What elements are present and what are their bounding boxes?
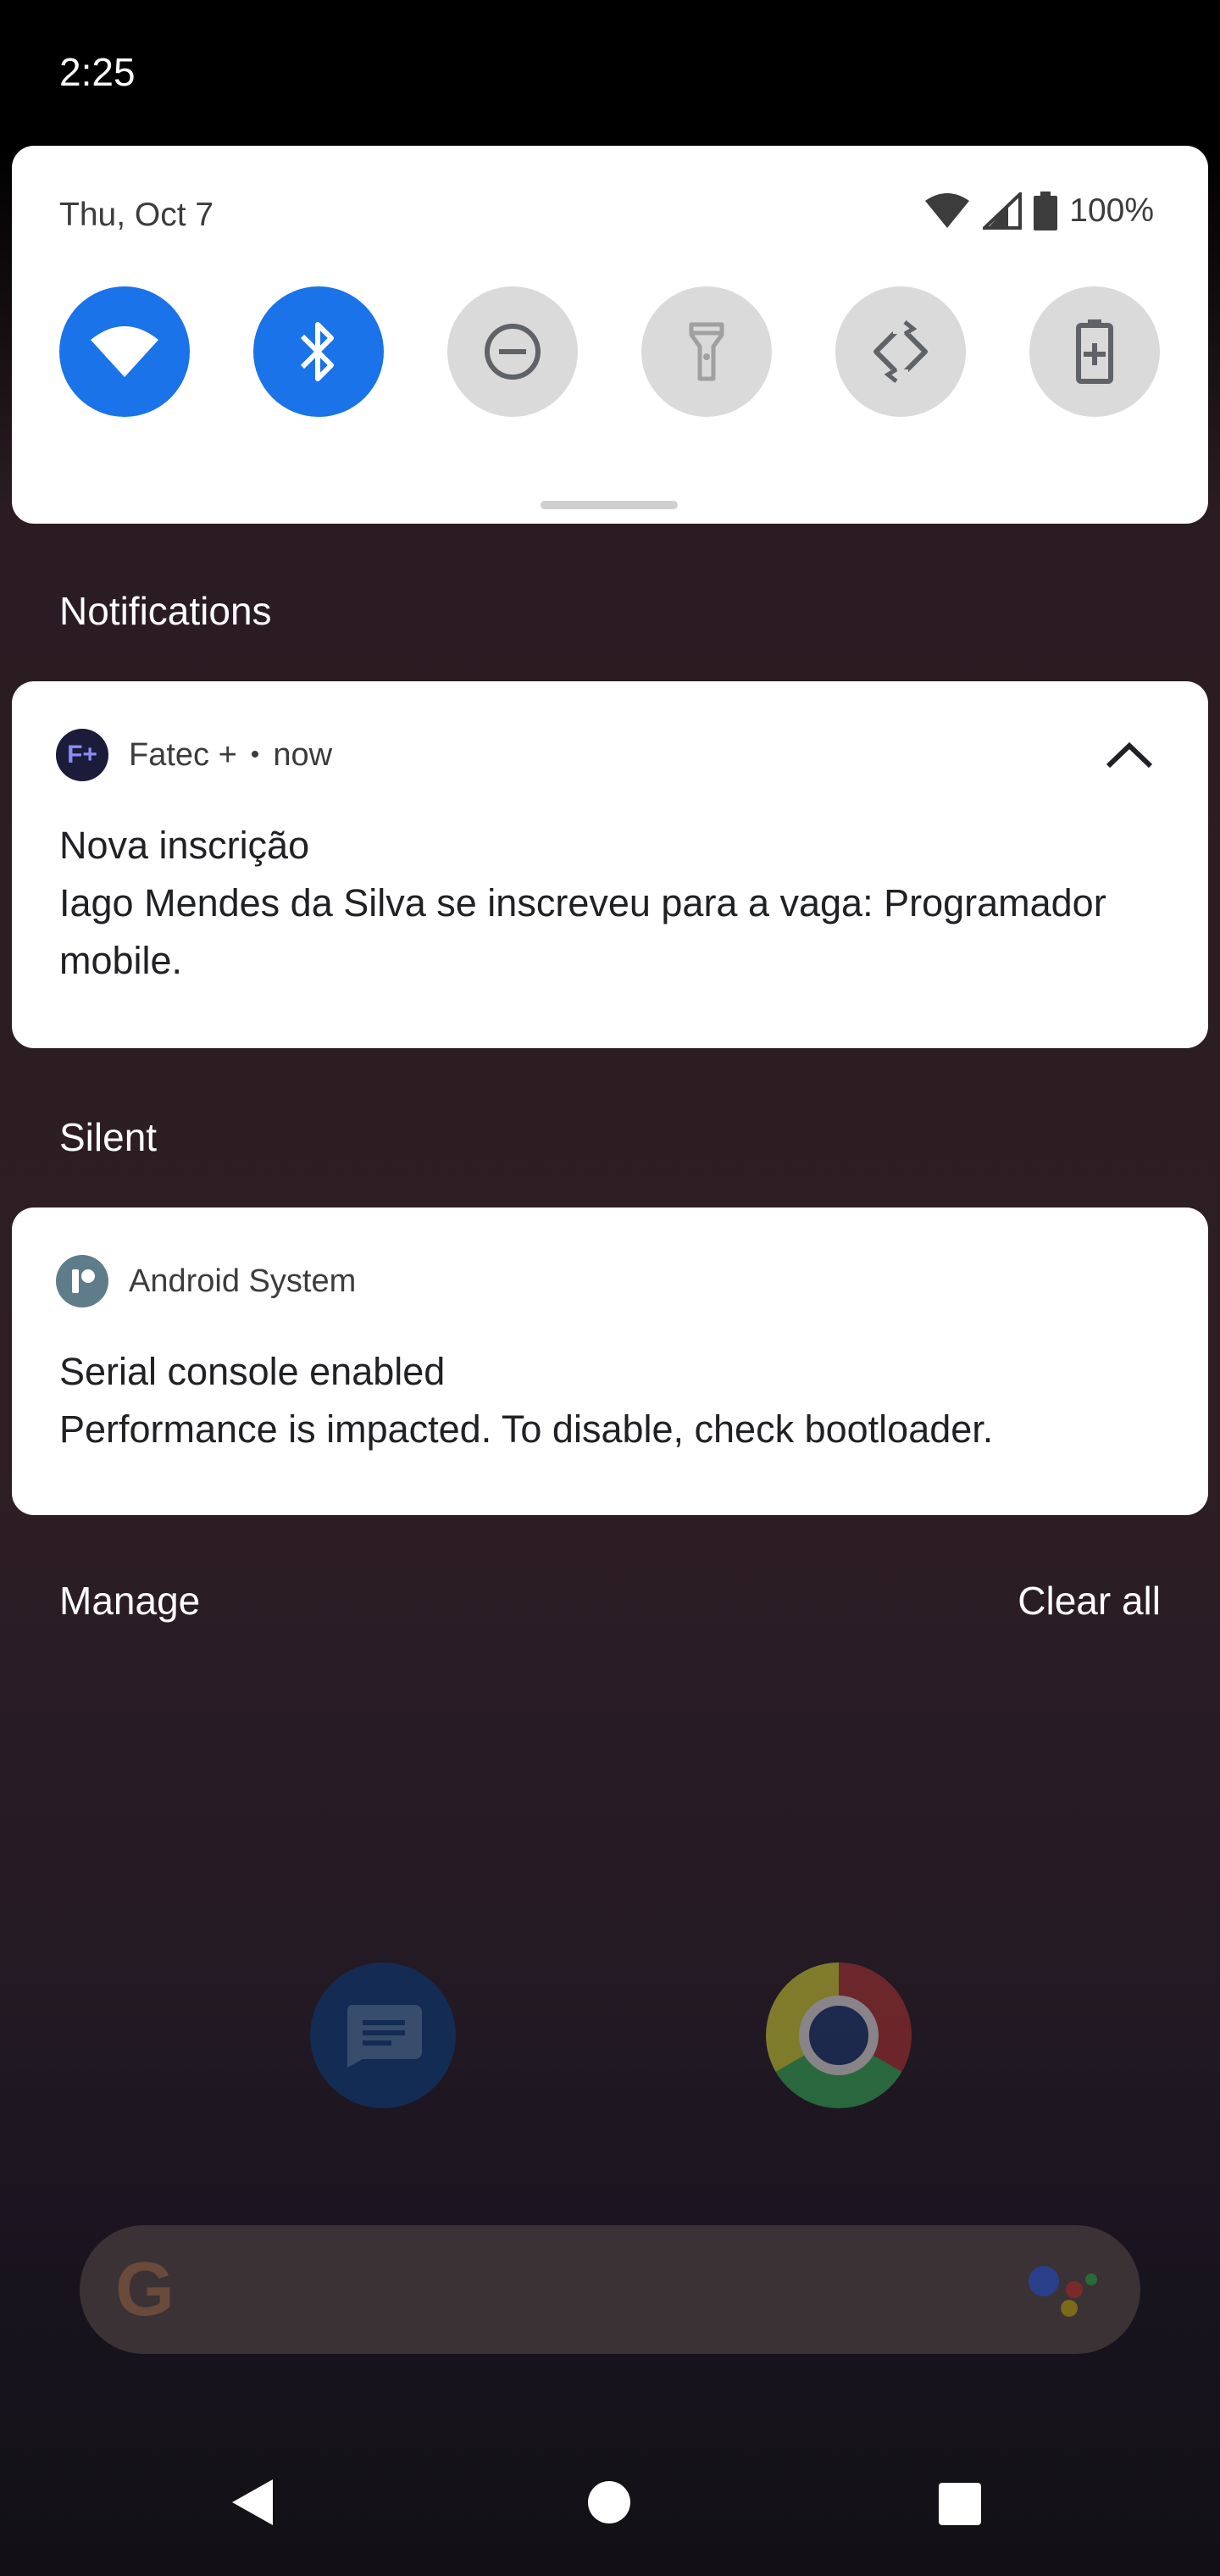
back-button-icon[interactable] (229, 2476, 276, 2529)
fatec-app-icon: F+ (56, 729, 108, 781)
bluetooth-tile[interactable] (253, 286, 384, 417)
android-system-app-icon (56, 1255, 108, 1307)
wifi-tile[interactable] (59, 286, 190, 417)
clear-all-button[interactable]: Clear all (1018, 1578, 1161, 1624)
fatec-notification-card[interactable]: F+ Fatec + • now Nova inscrição Iago Men… (12, 681, 1208, 1048)
google-assistant-icon[interactable] (1025, 2259, 1101, 2318)
auto-rotate-icon (873, 320, 928, 383)
quick-settings-date[interactable]: Thu, Oct 7 (59, 197, 214, 234)
manage-button[interactable]: Manage (59, 1578, 200, 1624)
silent-header: Silent (59, 1115, 158, 1159)
bluetooth-icon (300, 322, 334, 381)
google-logo-icon: G (115, 2247, 175, 2332)
notification-separator: • (250, 741, 260, 769)
google-search-bar[interactable] (80, 2225, 1140, 2354)
home-button-icon[interactable] (588, 2481, 630, 2523)
notification-header: F+ Fatec + • now (56, 729, 332, 781)
notification-text: Iago Mendes da Silva se inscreveu para a… (59, 881, 1106, 982)
do-not-disturb-icon (485, 324, 541, 380)
notification-time: now (273, 736, 333, 773)
battery-saver-tile[interactable] (1029, 286, 1160, 417)
chrome-app-icon[interactable] (766, 1963, 912, 2108)
quick-settings-status-icons: 100% (923, 192, 1154, 230)
message-bubble-icon (347, 2005, 422, 2068)
notification-content: Nova inscrição Iago Mendes da Silva se i… (59, 817, 1157, 990)
do-not-disturb-tile[interactable] (447, 286, 578, 417)
notification-text: Performance is impacted. To disable, che… (59, 1407, 994, 1451)
flashlight-tile[interactable] (641, 286, 772, 417)
battery-icon (1034, 192, 1058, 230)
notification-title: Nova inscrição (59, 824, 310, 867)
notifications-header: Notifications (59, 589, 272, 633)
battery-saver-icon (1076, 319, 1113, 384)
notification-app-name: Android System (129, 1263, 357, 1299)
messages-app-icon[interactable] (310, 1963, 456, 2108)
flashlight-icon (689, 322, 724, 381)
auto-rotate-tile[interactable] (835, 286, 966, 417)
battery-percentage: 100% (1069, 192, 1154, 229)
quick-settings-drag-handle[interactable] (541, 501, 678, 509)
status-bar-time: 2:25 (59, 50, 136, 94)
notification-header: Android System (56, 1255, 356, 1307)
chrome-center-icon (799, 1996, 879, 2075)
recents-button-icon[interactable] (939, 2483, 981, 2525)
android-system-notification-card[interactable]: Android System Serial console enabled Pe… (12, 1208, 1208, 1515)
collapse-chevron-icon[interactable] (1105, 741, 1154, 769)
notification-title: Serial console enabled (59, 1350, 446, 1393)
notification-content: Serial console enabled Performance is im… (59, 1343, 1157, 1458)
notification-app-name: Fatec + (129, 736, 237, 773)
cell-signal-icon (983, 192, 1023, 230)
wifi-signal-icon (925, 193, 970, 228)
wifi-icon (91, 326, 158, 377)
android-system-glyph-icon (72, 1269, 95, 1293)
